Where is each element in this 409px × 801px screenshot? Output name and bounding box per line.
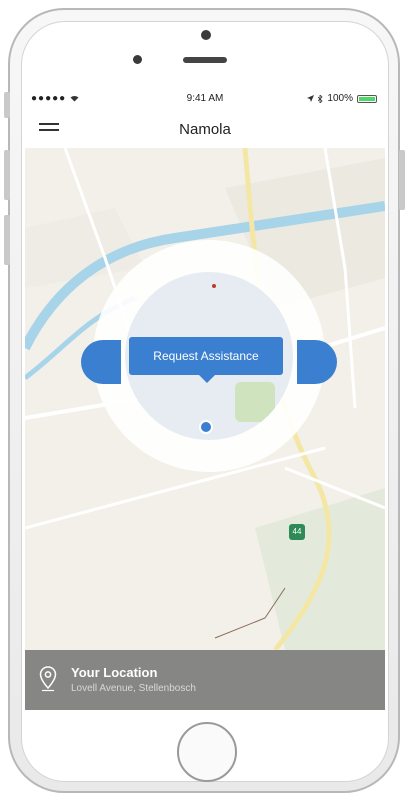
volume-up-button: [4, 150, 10, 200]
location-pin-icon: [39, 666, 57, 692]
request-assistance-button[interactable]: Request Assistance: [129, 337, 283, 375]
proximity-sensor: [133, 55, 142, 64]
power-button: [399, 150, 405, 210]
mute-switch: [4, 92, 10, 118]
front-camera: [201, 30, 211, 40]
location-panel[interactable]: Your Location Lovell Avenue, Stellenbosc…: [25, 650, 385, 710]
battery-percent: 100%: [327, 93, 353, 104]
location-address: Lovell Avenue, Stellenbosch: [71, 683, 196, 694]
battery-icon: [357, 94, 377, 103]
earpiece-speaker: [183, 57, 227, 63]
status-right: 100%: [307, 93, 377, 104]
location-arrow-icon: [307, 95, 315, 102]
request-pointer: [198, 374, 216, 383]
status-bar: ●●●●● 9:41 AM 100%: [25, 88, 385, 110]
request-halo-left: [81, 340, 121, 384]
screen: ●●●●● 9:41 AM 100% Namola Request Assist…: [25, 88, 385, 710]
current-location-dot: [199, 420, 213, 434]
navigation-bar: Namola: [25, 110, 385, 149]
volume-down-button: [4, 215, 10, 265]
map-park-patch: [235, 382, 275, 422]
route-shield-icon: 44: [289, 524, 305, 540]
home-button[interactable]: [177, 722, 237, 782]
app-title: Namola: [179, 121, 231, 138]
location-title: Your Location: [71, 665, 158, 680]
bluetooth-icon: [318, 94, 323, 103]
poi-marker-icon: [212, 284, 216, 288]
